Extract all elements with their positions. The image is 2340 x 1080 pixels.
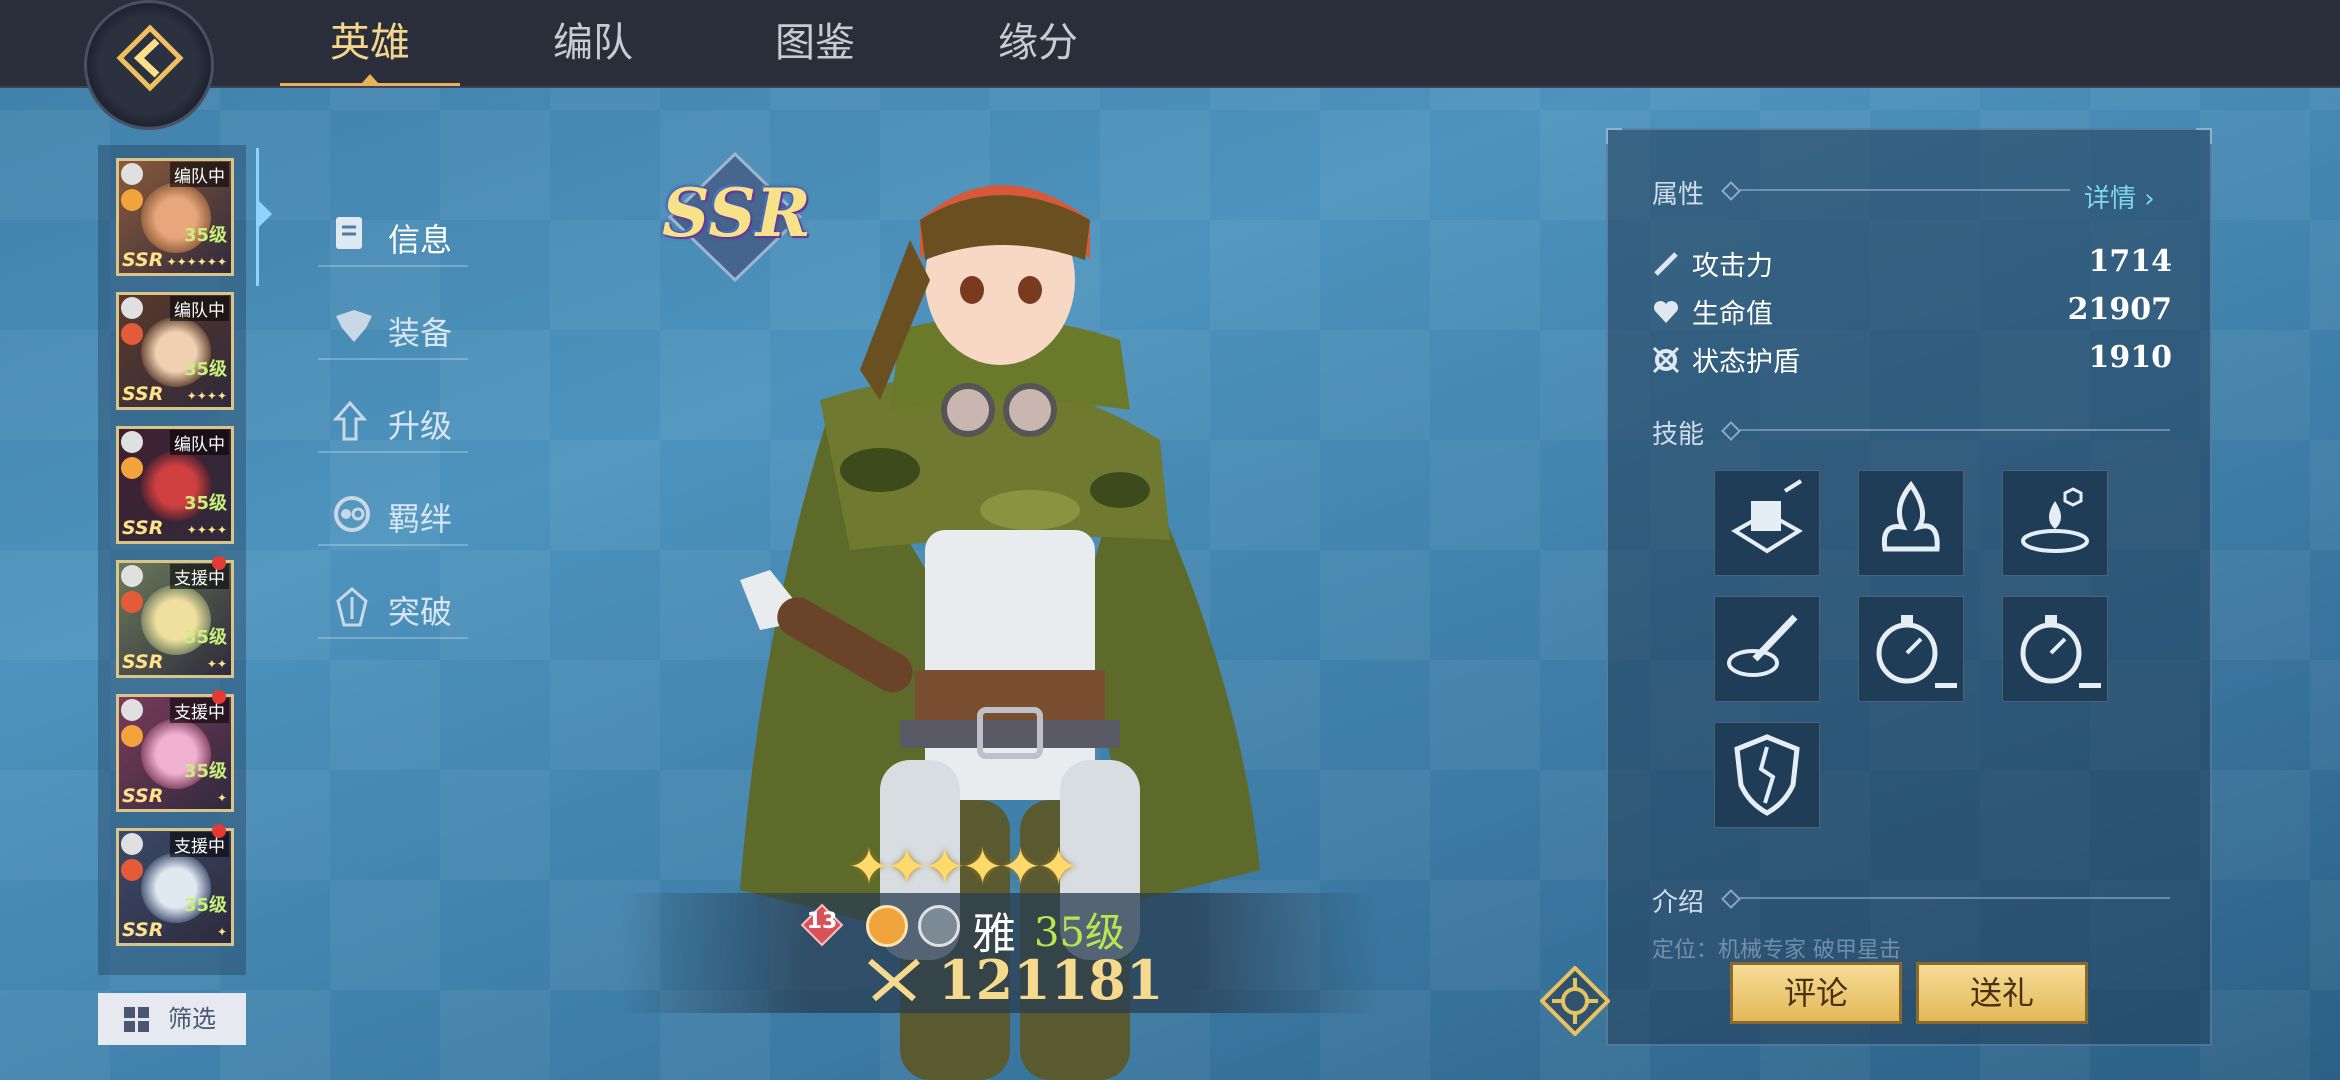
star-rating: ✦: [216, 791, 227, 805]
hero-level: 35级: [183, 359, 227, 380]
shield-icon: [1652, 346, 1680, 374]
class-icon: [121, 565, 143, 587]
hero-card[interactable]: 支援中 35级 SSR ✦: [116, 828, 234, 946]
back-button[interactable]: [84, 0, 214, 130]
top-tab-bar: 英雄 编队 图鉴 缘分: [0, 0, 2340, 88]
star-rating: ✦✦✦✦: [186, 389, 227, 403]
notification-dot: [212, 690, 226, 704]
rarity-label: SSR: [122, 919, 164, 941]
book-icon: [336, 217, 362, 249]
sword-strike-skill-icon[interactable]: [1714, 596, 1820, 702]
skills-title: 技能: [1652, 420, 1705, 450]
selection-arrow: [258, 200, 272, 228]
class-icon: [121, 163, 143, 185]
star-rating: ✦✦✦✦✦✦: [166, 255, 227, 269]
element-fire-icon: [866, 905, 908, 947]
class-icon: [121, 431, 143, 453]
filter-button[interactable]: 筛选: [98, 993, 246, 1045]
fire-burst-skill-icon[interactable]: [1858, 470, 1964, 576]
notification-dot: [212, 556, 226, 570]
submenu-info[interactable]: 信息: [318, 205, 468, 267]
rarity-label: SSR: [122, 651, 164, 673]
element-icon: [121, 591, 143, 613]
status-badge: 编队中: [170, 430, 229, 455]
submenu-breakthrough[interactable]: 突破: [318, 577, 468, 639]
bond-icon: [334, 496, 370, 532]
hero-level: 35级: [183, 627, 227, 648]
back-arrow-icon: [116, 24, 184, 92]
stopwatch-skill-icon[interactable]: [1858, 596, 1964, 702]
locate-target-icon[interactable]: [1540, 966, 1610, 1036]
broken-shield-skill-icon[interactable]: [1714, 722, 1820, 828]
class-icon: [121, 699, 143, 721]
hero-card[interactable]: 支援中 35级 SSR ✦✦: [116, 560, 234, 678]
class-bow-icon: [918, 905, 960, 947]
notification-dot: [212, 824, 226, 838]
tab-formation[interactable]: 编队: [508, 0, 678, 86]
submenu-equipment[interactable]: 装备: [318, 298, 468, 360]
star-rating: ✦✦: [206, 657, 227, 671]
stat-attack: 攻击力 1714: [1652, 242, 2172, 282]
tab-codex[interactable]: 图鉴: [730, 0, 900, 86]
tab-hero[interactable]: 英雄: [280, 0, 460, 86]
rarity-label: SSR: [122, 383, 164, 405]
element-icon: [121, 859, 143, 881]
detail-link[interactable]: 详情 ›: [2084, 178, 2155, 215]
armor-icon: [336, 310, 372, 342]
stat-health: 生命值 21907: [1652, 290, 2172, 330]
submenu-upgrade[interactable]: 升级: [318, 391, 468, 453]
star-rating: ✦: [216, 925, 227, 939]
rank-badge: 13: [800, 903, 844, 947]
hero-level: 35级: [183, 225, 227, 246]
crossed-swords-icon: [868, 958, 920, 1002]
hero-level: 35级: [183, 761, 227, 782]
hero-card[interactable]: 支援中 35级 SSR ✦: [116, 694, 234, 812]
rarity-label: SSR: [122, 517, 164, 539]
class-icon: [121, 297, 143, 319]
breakout-skill-icon[interactable]: [1714, 470, 1820, 576]
review-button[interactable]: 评论: [1730, 962, 1902, 1024]
hero-level: 35级: [183, 493, 227, 514]
element-icon: [121, 457, 143, 479]
stopwatch-skill-icon-2[interactable]: [2002, 596, 2108, 702]
rarity-label: SSR: [122, 249, 164, 271]
grid-icon: [124, 1007, 149, 1032]
attributes-title: 属性: [1652, 180, 1705, 210]
stat-shield: 状态护盾 1910: [1652, 338, 2172, 378]
sword-icon: [1654, 252, 1678, 276]
upgrade-icon: [332, 401, 368, 441]
heart-icon: [1653, 300, 1679, 323]
submenu-bond[interactable]: 羁绊: [318, 484, 468, 546]
water-drop-skill-icon[interactable]: [2002, 470, 2108, 576]
element-icon: [121, 323, 143, 345]
tab-bond[interactable]: 缘分: [953, 0, 1123, 86]
hero-card[interactable]: 编队中 35级 SSR ✦✦✦✦: [116, 292, 234, 410]
breakthrough-icon: [336, 587, 368, 627]
gift-button[interactable]: 送礼: [1916, 962, 2088, 1024]
filter-label: 筛选: [168, 1005, 216, 1033]
element-icon: [121, 725, 143, 747]
element-icon: [121, 189, 143, 211]
status-badge: 编队中: [170, 162, 229, 187]
combat-power: 121181: [938, 948, 1164, 1012]
star-rating: ✦✦✦✦✦✦: [848, 838, 1079, 896]
hero-card[interactable]: 编队中 35级 SSR ✦✦✦✦: [116, 426, 234, 544]
hero-level: 35级: [183, 895, 227, 916]
rarity-label: SSR: [122, 785, 164, 807]
star-rating: ✦✦✦✦: [186, 523, 227, 537]
hero-card[interactable]: 编队中 35级 SSR ✦✦✦✦✦✦: [116, 158, 234, 276]
attribute-panel: 属性 详情 › 攻击力 1714 生命值 21907 状态护盾 1910 技能 介绍 …: [1606, 128, 2212, 1046]
status-badge: 编队中: [170, 296, 229, 321]
intro-text: 定位：机械专家 破甲星击: [1652, 938, 1901, 963]
class-icon: [121, 833, 143, 855]
intro-title: 介绍: [1652, 888, 1705, 918]
